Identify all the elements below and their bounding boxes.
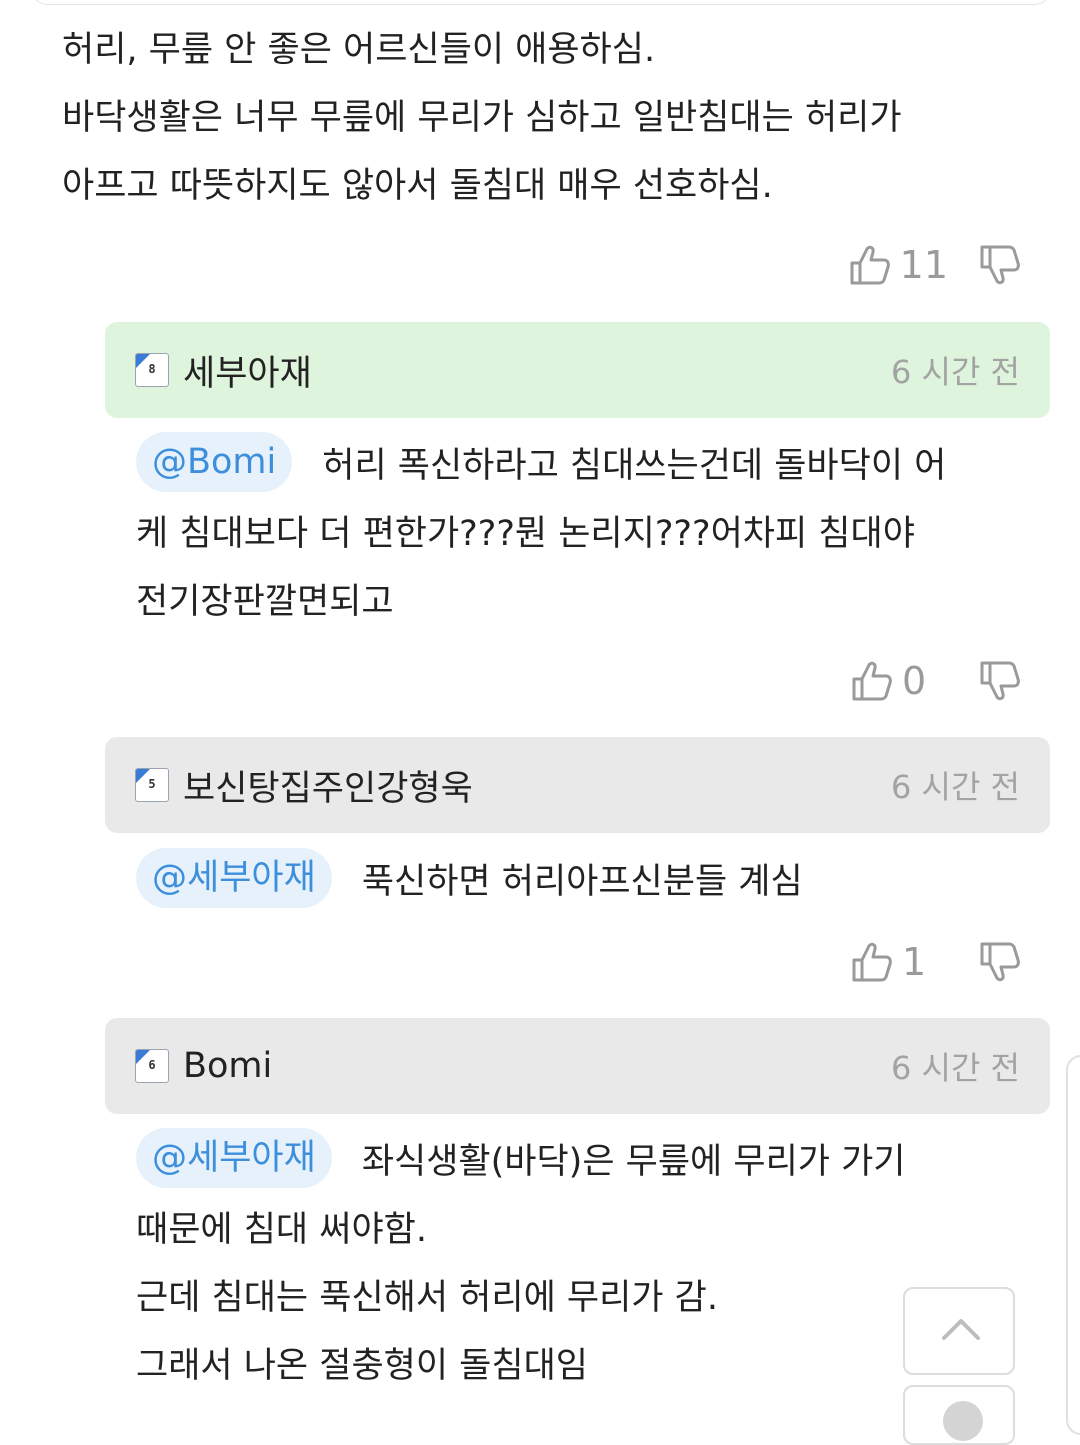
reply-text: @세부아재 좌식생활(바닥)은 무릎에 무리가 가기 때문에 침대 써야함. 근데… bbox=[136, 1128, 906, 1400]
like-count: 0 bbox=[902, 659, 927, 703]
circle-icon bbox=[943, 1401, 983, 1441]
reply-header: 5 보신탕집주인강형욱 6 시간 전 bbox=[105, 737, 1050, 833]
level-badge-icon: 6 bbox=[135, 1049, 169, 1083]
comment-line: 허리 폭신하라고 침대쓰는건데 돌바닥이 어 bbox=[322, 446, 947, 486]
mention-tag[interactable]: @세부아재 bbox=[136, 1128, 332, 1188]
comment-line: 좌식생활(바닥)은 무릎에 무리가 가기 bbox=[361, 1142, 906, 1182]
chevron-up-icon bbox=[942, 1319, 980, 1340]
comment-line: 전기장판깔면되고 bbox=[136, 582, 394, 622]
reply-actions: 1 bbox=[850, 938, 1022, 986]
comment-line: 그래서 나온 절충형이 돌침대임 bbox=[136, 1346, 588, 1386]
thumbs-up-icon bbox=[850, 940, 894, 984]
like-count: 1 bbox=[902, 940, 927, 984]
reply-actions: 0 bbox=[850, 657, 1022, 705]
like-button[interactable]: 1 bbox=[850, 940, 948, 984]
timestamp: 6 시간 전 bbox=[890, 768, 1020, 806]
level-badge-icon: 8 bbox=[135, 353, 169, 387]
comment-line: 바닥생활은 너무 무릎에 무리가 심하고 일반침대는 허리가 bbox=[62, 98, 902, 138]
comment-line: 때문에 침대 써야함. bbox=[136, 1210, 427, 1250]
thumbs-down-icon[interactable] bbox=[978, 659, 1022, 703]
thumbs-up-icon bbox=[848, 243, 892, 287]
scroll-to-top-button[interactable] bbox=[903, 1287, 1015, 1375]
comment-line: 푹신하면 허리아프신분들 계심 bbox=[361, 862, 803, 902]
timestamp: 6 시간 전 bbox=[890, 1049, 1020, 1087]
like-button[interactable]: 11 bbox=[848, 243, 948, 287]
thumbs-down-icon[interactable] bbox=[978, 940, 1022, 984]
comment-line: 케 침대보다 더 편한가???뭔 논리지???어차피 침대야 bbox=[136, 514, 915, 554]
thumbs-down-icon[interactable] bbox=[978, 243, 1022, 287]
reply-header: 8 세부아재 6 시간 전 bbox=[105, 322, 1050, 418]
root-comment-actions: 11 bbox=[848, 241, 1022, 289]
author-name[interactable]: 세부아재 bbox=[183, 345, 891, 396]
previous-card-edge bbox=[30, 0, 1052, 5]
reply-text: @세부아재 푹신하면 허리아프신분들 계심 bbox=[136, 848, 803, 916]
reply-header: 6 Bomi 6 시간 전 bbox=[105, 1018, 1050, 1114]
thumbs-up-icon bbox=[850, 659, 894, 703]
level-badge-icon: 5 bbox=[135, 768, 169, 802]
comment-line: 근데 침대는 푹신해서 허리에 무리가 감. bbox=[136, 1278, 718, 1318]
like-count: 11 bbox=[899, 243, 948, 287]
edge-panel-handle[interactable] bbox=[1066, 1055, 1080, 1435]
comment-line: 아프고 따뜻하지도 않아서 돌침대 매우 선호하심. bbox=[62, 166, 773, 206]
timestamp: 6 시간 전 bbox=[890, 353, 1020, 391]
floating-action-button[interactable] bbox=[903, 1385, 1015, 1445]
mention-tag[interactable]: @세부아재 bbox=[136, 848, 332, 908]
author-name[interactable]: Bomi bbox=[183, 1046, 891, 1086]
mention-tag[interactable]: @Bomi bbox=[136, 432, 293, 492]
comment-line: 허리, 무릎 안 좋은 어르신들이 애용하심. bbox=[62, 30, 656, 70]
like-button[interactable]: 0 bbox=[850, 659, 948, 703]
root-comment-text: 허리, 무릎 안 좋은 어르신들이 애용하심. 바닥생활은 너무 무릎에 무리가… bbox=[62, 16, 902, 220]
reply-text: @Bomi 허리 폭신하라고 침대쓰는건데 돌바닥이 어 케 침대보다 더 편한가… bbox=[136, 432, 946, 636]
author-name[interactable]: 보신탕집주인강형욱 bbox=[183, 760, 891, 811]
